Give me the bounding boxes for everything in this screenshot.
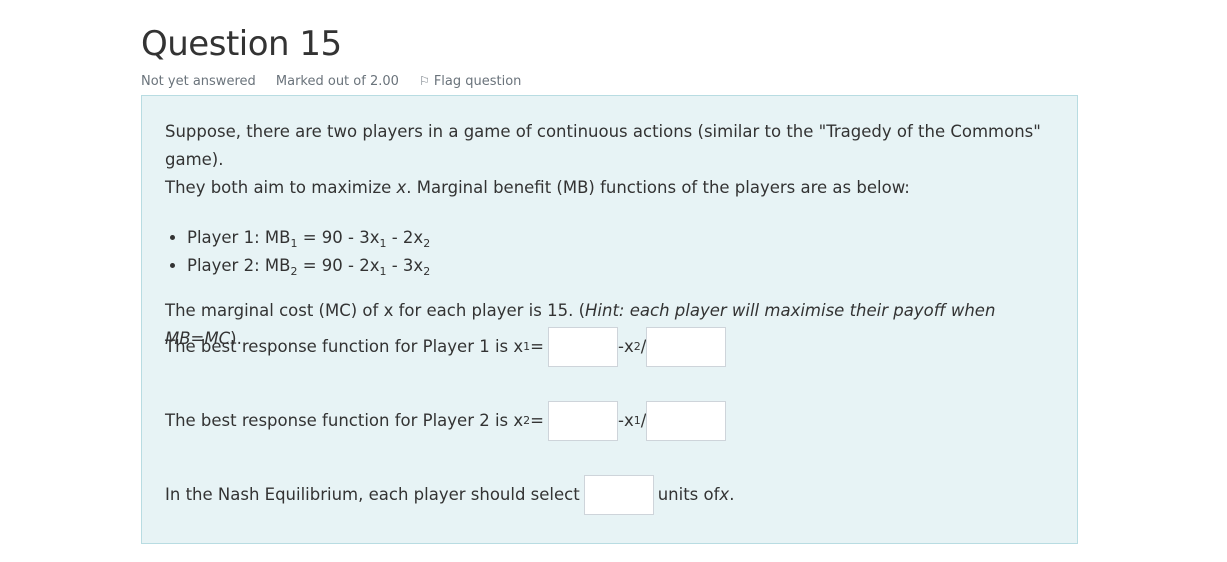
mc-text: The marginal cost (MC) of x for each pla…	[165, 301, 586, 320]
p1-expr: = 90 - 3x	[297, 228, 380, 247]
player-2-mb: Player 2: MB2 = 90 - 2x1 - 3x2	[187, 252, 1065, 280]
br1-equals: =	[530, 337, 544, 356]
question-content-box: Suppose, there are two players in a game…	[141, 95, 1078, 544]
nash-equilibrium-row: In the Nash Equilibrium, each player sho…	[165, 475, 734, 515]
ne-var-x: x	[719, 485, 730, 504]
mb-function-list: Player 1: MB1 = 90 - 3x1 - 2x2 Player 2:…	[165, 224, 1065, 280]
best-response-1-row: The best response function for Player 1 …	[165, 327, 727, 367]
best-response-2-row: The best response function for Player 2 …	[165, 401, 727, 441]
intro-line-1: Suppose, there are two players in a game…	[165, 122, 1041, 169]
nash-equilibrium-input[interactable]	[583, 475, 654, 515]
flag-label: Flag question	[433, 74, 522, 89]
br1-minus-x: -x	[618, 337, 634, 356]
br2-label: The best response function for Player 2 …	[165, 411, 524, 430]
question-text: Suppose, there are two players in a game…	[165, 118, 1065, 515]
br1-divisor-input[interactable]	[646, 327, 727, 367]
p2-expr2: - 3x	[386, 256, 424, 275]
sub-2: 2	[423, 265, 431, 278]
br2-minus-x: -x	[618, 411, 634, 430]
p2-label: Player 2: MB	[187, 256, 291, 275]
br2-equals: =	[530, 411, 544, 430]
question-title: Question 15	[141, 24, 342, 64]
sub-2: 2	[423, 237, 431, 250]
br2-divisor-input[interactable]	[646, 401, 727, 441]
ne-units: units of	[657, 485, 720, 504]
br2-intercept-input[interactable]	[548, 401, 618, 441]
ne-label: In the Nash Equilibrium, each player sho…	[165, 485, 580, 504]
p1-expr2: - 2x	[386, 228, 424, 247]
intro-line-2-end: . Marginal benefit (MB) functions of the…	[406, 178, 910, 197]
player-1-mb: Player 1: MB1 = 90 - 3x1 - 2x2	[187, 224, 1065, 252]
p1-label: Player 1: MB	[187, 228, 291, 247]
ne-dot: .	[729, 485, 735, 504]
p2-expr: = 90 - 2x	[297, 256, 380, 275]
answer-status: Not yet answered	[141, 74, 256, 89]
question-info: Not yet answered Marked out of 2.00 ⚐ Fla…	[141, 74, 553, 89]
var-x: x	[396, 178, 407, 197]
intro-paragraph: Suppose, there are two players in a game…	[165, 118, 1065, 202]
intro-line-2: They both aim to maximize	[165, 178, 397, 197]
flag-icon: ⚐	[419, 74, 430, 88]
br1-label: The best response function for Player 1 …	[165, 337, 524, 356]
flag-question-link[interactable]: ⚐ Flag question	[419, 74, 537, 89]
br1-intercept-input[interactable]	[548, 327, 618, 367]
marks-info: Marked out of 2.00	[275, 74, 399, 89]
